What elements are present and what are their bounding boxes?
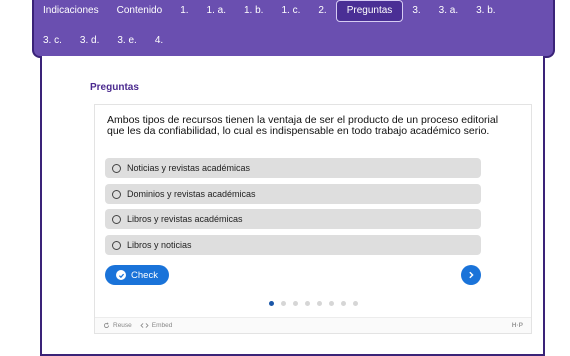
nav-item-3b[interactable]: 3. b.: [467, 0, 504, 22]
page-dot-6[interactable]: [328, 301, 334, 306]
radio-icon: [112, 214, 121, 224]
radio-icon: [112, 163, 121, 173]
content-card: Preguntas Ambos tipos de recursos tienen…: [40, 56, 545, 356]
nav-row-2: 3. c. 3. d. 3. e. 4.: [34, 30, 172, 52]
top-navigation: Indicaciones Contenido 1. 1. a. 1. b. 1.…: [32, 0, 555, 58]
embed-label: Embed: [151, 322, 173, 329]
answer-option-2[interactable]: Dominios y revistas académicas: [105, 184, 481, 204]
radio-icon: [112, 189, 121, 199]
nav-item-indicaciones[interactable]: Indicaciones: [34, 0, 108, 22]
nav-item-3e[interactable]: 3. e.: [108, 30, 145, 52]
check-button[interactable]: Check: [105, 265, 169, 285]
page-dot-2[interactable]: [280, 301, 286, 306]
embed-icon: [140, 323, 149, 328]
quiz-container: Ambos tipos de recursos tienen la ventaj…: [94, 104, 532, 334]
nav-item-1b[interactable]: 1. b.: [235, 0, 272, 22]
answer-label: Dominios y revistas académicas: [127, 189, 256, 199]
answer-option-3[interactable]: Libros y revistas académicas: [105, 209, 481, 229]
page-dot-8[interactable]: [352, 301, 358, 306]
page-dot-1[interactable]: [268, 301, 274, 306]
page-dot-7[interactable]: [340, 301, 346, 306]
reuse-button[interactable]: Reuse: [103, 322, 132, 329]
radio-icon: [112, 240, 121, 250]
h5p-footer: Reuse Embed H·P: [95, 317, 531, 333]
page-dot-4[interactable]: [304, 301, 310, 306]
page-dot-5[interactable]: [316, 301, 322, 306]
nav-row-1: Indicaciones Contenido 1. 1. a. 1. b. 1.…: [34, 0, 505, 22]
answer-label: Libros y revistas académicas: [127, 214, 243, 224]
answer-option-4[interactable]: Libros y noticias: [105, 235, 481, 255]
answer-label: Noticias y revistas académicas: [127, 163, 251, 173]
nav-item-3[interactable]: 3.: [403, 0, 429, 22]
nav-item-1c[interactable]: 1. c.: [272, 0, 309, 22]
checkmark-icon: [116, 270, 127, 280]
nav-item-2[interactable]: 2.: [309, 0, 335, 22]
question-text: Ambos tipos de recursos tienen la ventaj…: [107, 114, 499, 137]
reuse-label: Reuse: [113, 322, 132, 329]
answer-label: Libros y noticias: [127, 240, 192, 250]
nav-item-3d[interactable]: 3. d.: [71, 30, 108, 52]
nav-item-1[interactable]: 1.: [171, 0, 197, 22]
answer-option-1[interactable]: Noticias y revistas académicas: [105, 158, 481, 178]
pagination-dots: [95, 301, 531, 306]
nav-item-1a[interactable]: 1. a.: [198, 0, 235, 22]
h5p-logo: H·P: [511, 322, 523, 329]
chevron-right-icon: [469, 271, 474, 279]
section-title: Preguntas: [90, 82, 139, 93]
nav-item-4[interactable]: 4.: [146, 30, 172, 52]
nav-item-preguntas[interactable]: Preguntas: [335, 0, 404, 22]
reuse-icon: [103, 322, 110, 329]
embed-button[interactable]: Embed: [140, 322, 173, 329]
nav-item-3c[interactable]: 3. c.: [34, 30, 71, 52]
next-button[interactable]: [461, 265, 481, 285]
check-label: Check: [131, 269, 158, 281]
page-dot-3[interactable]: [292, 301, 298, 306]
nav-item-contenido[interactable]: Contenido: [108, 0, 172, 22]
nav-item-3a[interactable]: 3. a.: [430, 0, 467, 22]
